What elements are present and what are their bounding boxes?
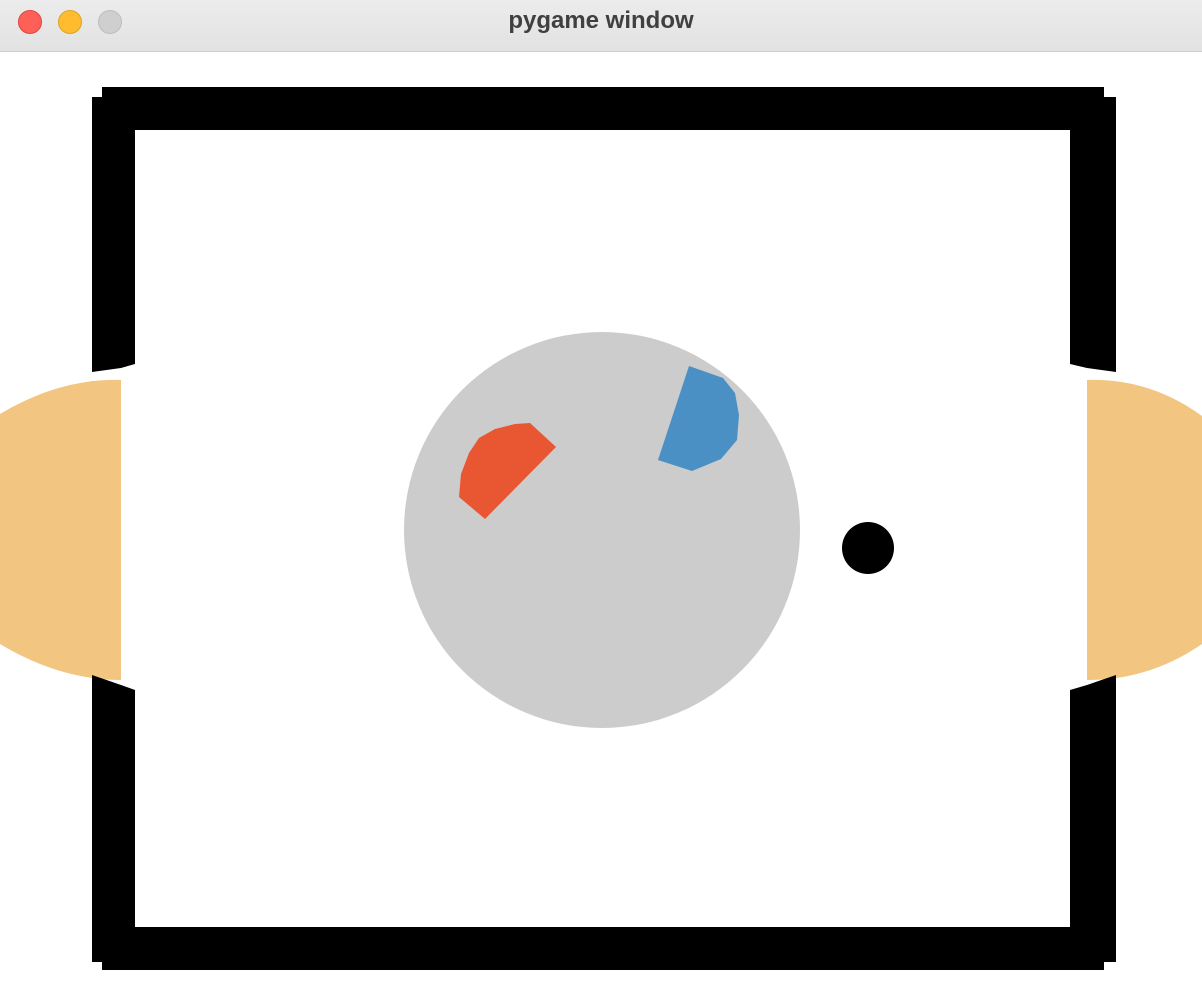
- game-window: pygame window: [0, 0, 1202, 1004]
- bottom-wall: [102, 927, 1104, 970]
- ball: [842, 522, 894, 574]
- left-lower-wall: [92, 675, 135, 970]
- center-circle: [404, 332, 800, 728]
- top-wall: [102, 87, 1104, 130]
- right-lower-wall: [1070, 675, 1116, 970]
- right-goal-zone: [1087, 379, 1202, 680]
- window-title: pygame window: [508, 7, 694, 34]
- title-bar[interactable]: pygame window: [0, 0, 1202, 52]
- game-scene: [0, 87, 1202, 970]
- left-goal-zone: [0, 379, 121, 680]
- game-canvas[interactable]: [0, 52, 1202, 1004]
